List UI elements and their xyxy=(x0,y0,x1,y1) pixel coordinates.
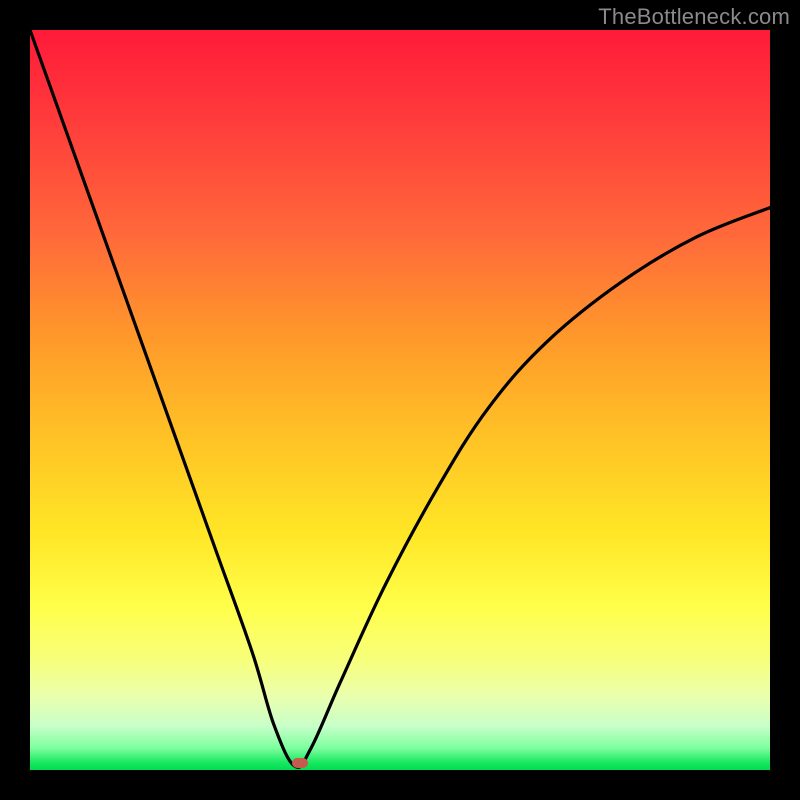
bottleneck-curve xyxy=(30,30,770,770)
chart-frame: TheBottleneck.com xyxy=(0,0,800,800)
optimum-marker xyxy=(292,758,308,768)
plot-area xyxy=(30,30,770,770)
watermark-text: TheBottleneck.com xyxy=(598,4,790,30)
